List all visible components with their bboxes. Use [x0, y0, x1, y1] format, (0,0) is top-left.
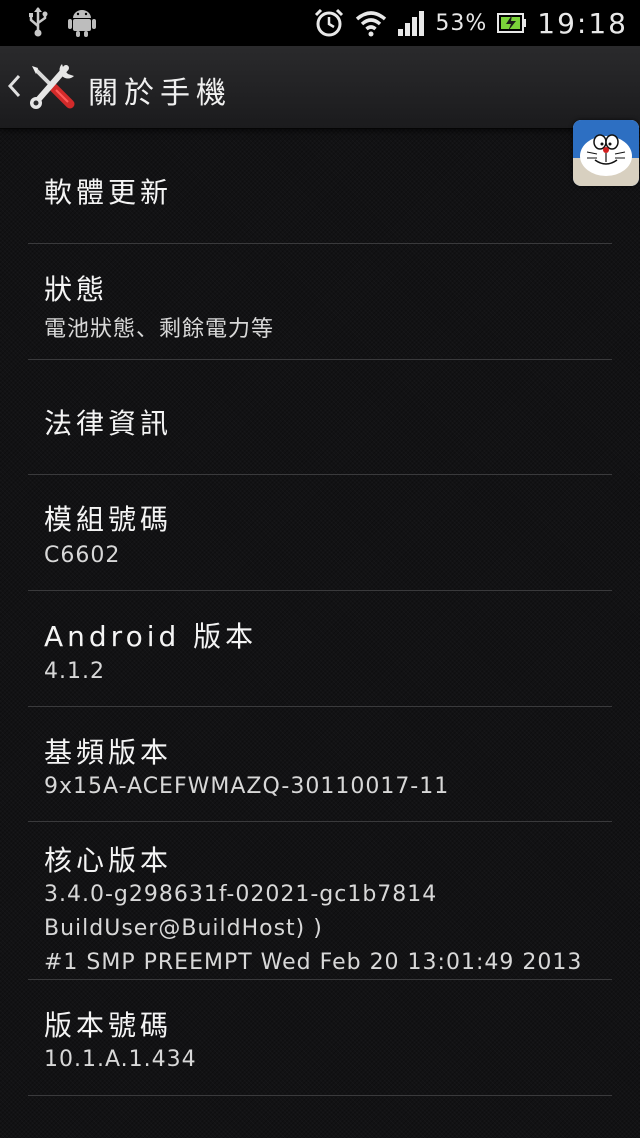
- usb-icon: [26, 6, 50, 38]
- back-chevron-icon[interactable]: [6, 68, 22, 104]
- item-title: 法律資訊: [44, 407, 173, 440]
- item-subtitle: 9x15A-ACEFWMAZQ-30110017-11: [44, 774, 450, 799]
- item-title: Android 版本: [44, 620, 258, 653]
- wifi-icon: [355, 9, 387, 37]
- android-debug-icon: [68, 6, 96, 38]
- list-item-software-update[interactable]: 軟體更新: [28, 128, 612, 244]
- list-item-model-number: 模組號碼 C6602: [28, 475, 612, 591]
- list-item-status[interactable]: 狀態 電池狀態、剩餘電力等: [28, 244, 612, 360]
- clock: 19:18: [537, 6, 628, 40]
- list-item-android-version[interactable]: Android 版本 4.1.2: [28, 591, 612, 707]
- list-item-kernel-version: 核心版本 3.4.0-g298631f-02021-gc1b7814 Build…: [28, 822, 612, 980]
- item-subtitle: C6602: [44, 543, 121, 568]
- item-title: 模組號碼: [44, 503, 173, 536]
- item-subtitle: 4.1.2: [44, 659, 105, 684]
- settings-tools-icon[interactable]: [26, 62, 76, 112]
- signal-icon: [397, 9, 425, 37]
- kernel-line: BuildUser@BuildHost) ): [44, 916, 323, 941]
- item-title: 版本號碼: [44, 1009, 173, 1042]
- kernel-line: #1 SMP PREEMPT Wed Feb 20 13:01:49 2013: [44, 950, 583, 975]
- list-item-legal-info[interactable]: 法律資訊: [28, 360, 612, 475]
- kernel-line: 3.4.0-g298631f-02021-gc1b7814: [44, 882, 438, 907]
- alarm-icon: [313, 7, 345, 39]
- status-bar: 53% 19:18: [0, 0, 640, 46]
- item-title: 核心版本: [44, 844, 173, 877]
- settings-list: 軟體更新 狀態 電池狀態、剩餘電力等 法律資訊 模組號碼 C6602 Andro…: [28, 128, 612, 1096]
- item-subtitle: 3.4.0-g298631f-02021-gc1b7814 BuildUser@…: [44, 878, 582, 980]
- list-item-build-number[interactable]: 版本號碼 10.1.A.1.434: [28, 980, 612, 1096]
- item-title: 基頻版本: [44, 736, 173, 769]
- item-subtitle: 10.1.A.1.434: [44, 1047, 197, 1072]
- item-title: 軟體更新: [44, 176, 173, 209]
- page-title: 關於手機: [88, 76, 232, 111]
- battery-charging-icon: [497, 12, 527, 34]
- battery-percent: 53%: [435, 10, 488, 36]
- list-item-baseband-version: 基頻版本 9x15A-ACEFWMAZQ-30110017-11: [28, 707, 612, 822]
- action-bar: 關於手機: [0, 46, 640, 129]
- item-subtitle: 電池狀態、剩餘電力等: [44, 317, 275, 342]
- item-title: 狀態: [44, 273, 109, 306]
